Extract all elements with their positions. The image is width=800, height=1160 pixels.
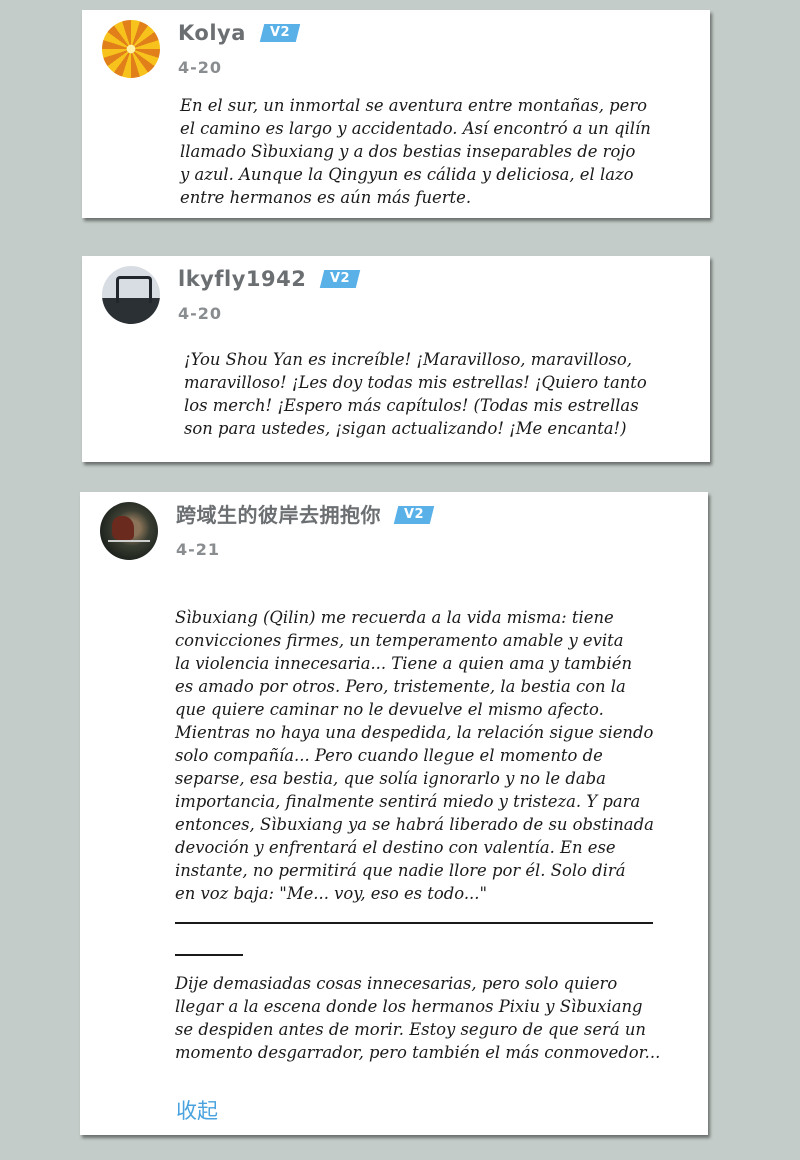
divider-line: [175, 922, 653, 924]
level-badge: V2: [319, 269, 361, 288]
avatar[interactable]: [102, 20, 160, 78]
comment-card: Kolya V2 4-20 En el sur, un inmortal se …: [82, 10, 710, 218]
username[interactable]: Kolya V2: [178, 20, 300, 46]
comment-date: 4-20: [178, 58, 223, 77]
comment-text-continued: Dije demasiadas cosas innecesarias, pero…: [175, 974, 661, 1062]
comment-text: ¡You Shou Yan es increíble! ¡Maravilloso…: [184, 350, 647, 438]
avatar[interactable]: [100, 502, 158, 560]
username-text[interactable]: Kolya: [178, 21, 246, 45]
username[interactable]: lkyfly1942 V2: [178, 266, 361, 292]
comment-text: Sìbuxiang (Qilin) me recuerda a la vida …: [175, 608, 654, 903]
comment-date: 4-21: [176, 540, 221, 559]
badge-label: V2: [404, 507, 425, 522]
comment-card: 跨域生的彼岸去拥抱你 V2 4-21 Sìbuxiang (Qilin) me …: [80, 492, 708, 1135]
avatar[interactable]: [102, 266, 160, 324]
tree-shape: [112, 516, 134, 540]
collapse-link[interactable]: 收起: [176, 1095, 218, 1125]
comment-card: lkyfly1942 V2 4-20 ¡You Shou Yan es incr…: [82, 256, 710, 462]
divider-line: [175, 954, 243, 956]
badge-label: V2: [269, 24, 290, 40]
bridge-shape: [116, 276, 152, 303]
comment-text: En el sur, un inmortal se aventura entre…: [180, 96, 651, 207]
caption-line: [108, 540, 150, 542]
level-badge: V2: [259, 23, 300, 42]
badge-label: V2: [330, 270, 351, 286]
username-text[interactable]: 跨域生的彼岸去拥抱你: [176, 503, 381, 527]
comment-date: 4-20: [178, 304, 223, 323]
username[interactable]: 跨域生的彼岸去拥抱你 V2: [176, 502, 435, 528]
username-text[interactable]: lkyfly1942: [178, 267, 306, 291]
level-badge: V2: [394, 506, 435, 524]
